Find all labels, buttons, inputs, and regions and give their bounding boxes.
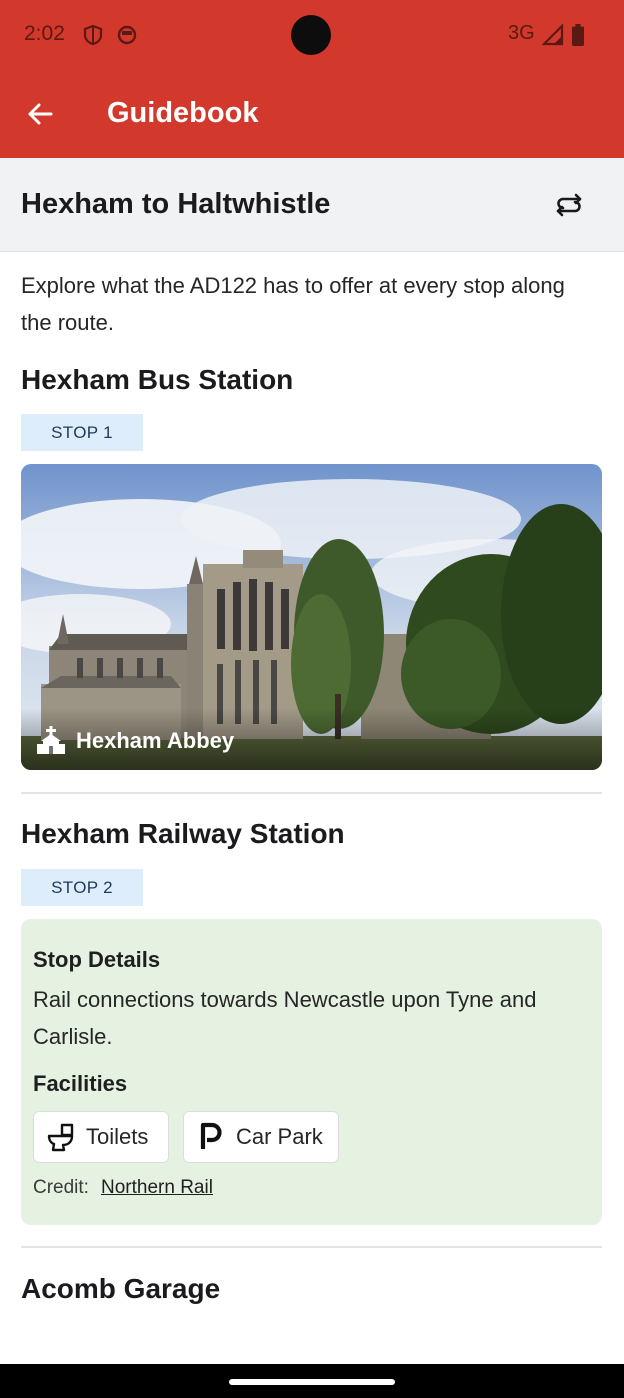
attraction-card[interactable]: Hexham Abbey	[21, 464, 602, 770]
stop-badge: STOP 1	[21, 414, 143, 451]
toilet-icon	[44, 1120, 78, 1154]
route-header: Hexham to Haltwhistle	[0, 158, 624, 252]
attraction-label: Hexham Abbey	[76, 728, 235, 753]
battery-icon	[572, 24, 584, 46]
camera-cutout	[291, 15, 331, 55]
credit-link[interactable]: Northern Rail	[101, 1177, 213, 1199]
stop-name: Acomb Garage	[21, 1273, 221, 1304]
stop-details-card: Stop Details Rail connections towards Ne…	[21, 919, 602, 1225]
back-arrow-icon[interactable]	[20, 94, 60, 134]
app-title: Guidebook	[107, 97, 259, 129]
parking-icon	[194, 1120, 228, 1154]
divider	[21, 792, 602, 794]
stop-badge: STOP 2	[21, 869, 143, 906]
route-title: Hexham to Haltwhistle	[21, 188, 331, 220]
network-type: 3G	[508, 22, 535, 44]
attraction-caption: Hexham Abbey	[21, 708, 602, 770]
facility-label: Toilets	[86, 1124, 149, 1149]
status-bar: 2:02 3G	[0, 0, 624, 72]
swap-direction-icon[interactable]	[548, 184, 590, 226]
facility-chip-toilets[interactable]: Toilets	[33, 1111, 169, 1163]
system-nav-bar	[0, 1364, 624, 1398]
stop-name: Hexham Bus Station	[21, 364, 294, 395]
intro-text: Explore what the AD122 has to offer at e…	[21, 273, 565, 335]
signal-icon	[541, 23, 564, 46]
app-bar: 2:02 3G Guidebook	[0, 0, 624, 158]
shield-icon	[82, 24, 104, 46]
notification-icon	[116, 24, 138, 46]
facility-chip-car-park[interactable]: Car Park	[183, 1111, 339, 1163]
facilities-heading: Facilities	[33, 1071, 128, 1096]
credit-label: Credit:	[33, 1177, 89, 1198]
status-time: 2:02	[24, 22, 65, 45]
church-icon	[35, 724, 67, 756]
facility-label: Car Park	[236, 1124, 323, 1149]
home-gesture-handle[interactable]	[229, 1379, 395, 1385]
divider	[21, 1246, 602, 1248]
stop-name: Hexham Railway Station	[21, 818, 345, 849]
stop-details-text: Rail connections towards Newcastle upon …	[33, 987, 537, 1049]
stop-details-heading: Stop Details	[33, 947, 161, 972]
